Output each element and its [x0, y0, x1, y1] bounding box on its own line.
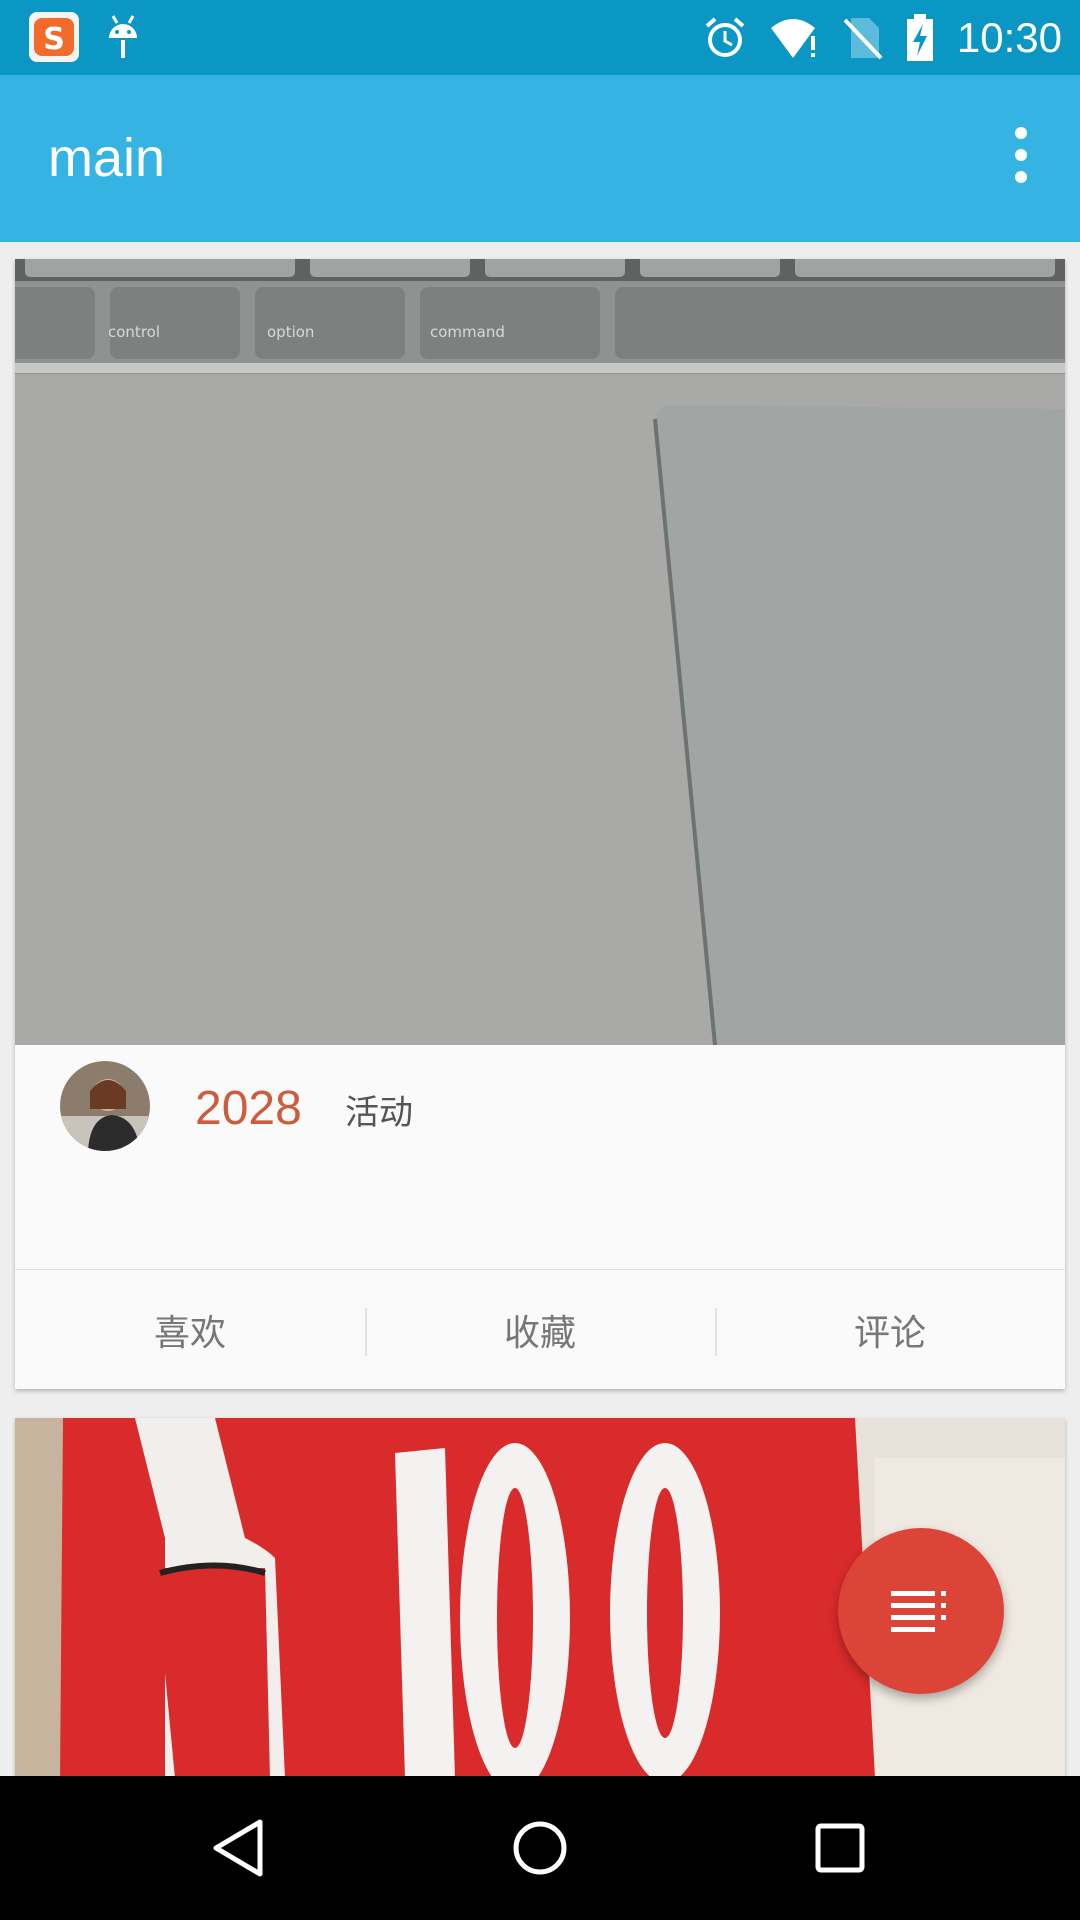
svg-text:control: control — [108, 323, 160, 341]
alarm-icon — [703, 16, 747, 60]
svg-text:option: option — [267, 323, 314, 341]
home-icon[interactable] — [510, 1818, 570, 1878]
list-menu-icon — [891, 1591, 946, 1632]
fab-menu-button[interactable] — [838, 1528, 1004, 1694]
activity-tag[interactable]: 活动 — [345, 1085, 413, 1134]
avatar[interactable] — [60, 1061, 150, 1151]
android-debug-icon — [105, 14, 141, 66]
card-actions: 喜欢 收藏 评论 — [15, 1269, 1065, 1389]
keyboard-trackpad-photo[interactable]: control option command — [15, 259, 1065, 1045]
page-title: main — [48, 128, 166, 188]
back-icon[interactable] — [210, 1818, 270, 1878]
svg-text:S: S — [43, 22, 65, 57]
status-time: 10:30 — [956, 13, 1062, 61]
app-bar: main — [0, 75, 1080, 242]
navigation-bar — [0, 1776, 1080, 1920]
svg-text:command: command — [430, 323, 505, 341]
wifi-icon — [769, 16, 821, 60]
recents-icon[interactable] — [810, 1818, 870, 1878]
comment-button[interactable]: 评论 — [715, 1270, 1065, 1389]
status-bar: S 10:30 — [0, 0, 1080, 75]
card-meta: 2028 活动 — [15, 1045, 1065, 1227]
activity-count: 2028 — [195, 1082, 302, 1135]
feed-card[interactable]: control option command 2028 活动 喜欢 收藏 评论 — [15, 259, 1065, 1389]
more-vert-icon[interactable] — [990, 125, 1050, 185]
like-button[interactable]: 喜欢 — [15, 1270, 365, 1389]
no-sim-icon — [843, 16, 883, 60]
favorite-button[interactable]: 收藏 — [365, 1270, 715, 1389]
sogou-input-icon: S — [29, 12, 79, 62]
battery-charging-icon — [905, 13, 935, 62]
